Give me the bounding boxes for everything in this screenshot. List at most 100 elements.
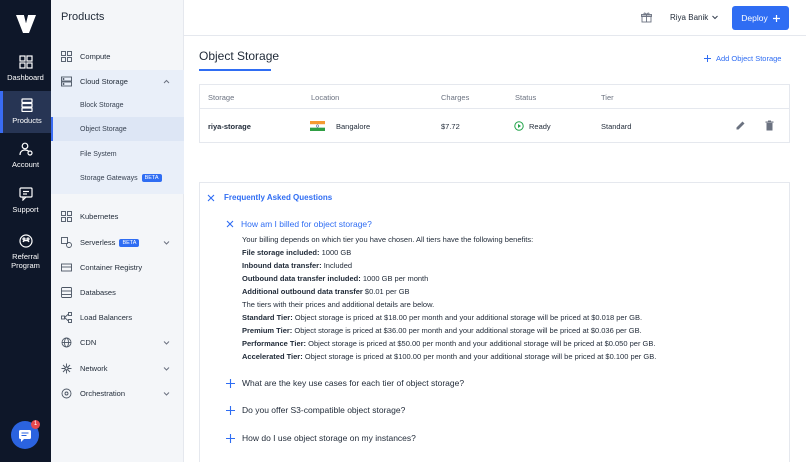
plus-icon[interactable] bbox=[226, 405, 235, 415]
page-title: Object Storage bbox=[199, 49, 280, 63]
subnav-sub-file-system[interactable]: File System bbox=[51, 142, 184, 166]
edit-icon[interactable] bbox=[735, 120, 746, 131]
faq-header[interactable]: Frequently Asked Questions bbox=[207, 193, 332, 202]
user-name[interactable]: Riya Banik bbox=[670, 13, 708, 22]
benefit-line: Outbound data transfer included: 1000 GB… bbox=[242, 274, 428, 283]
tier-line: Accelerated Tier: Object storage is pric… bbox=[242, 352, 656, 361]
subnav-label: Kubernetes bbox=[80, 211, 119, 221]
products-subnav: Products Compute Cloud Storage Block Sto… bbox=[51, 0, 184, 462]
chevron-up-icon[interactable] bbox=[163, 78, 170, 85]
column-header-tier: Tier bbox=[601, 93, 614, 102]
storage-status: Ready bbox=[529, 122, 551, 131]
answer-intro: Your billing depends on which tier you h… bbox=[242, 235, 534, 244]
benefit-value: 1000 GB per month bbox=[362, 274, 429, 283]
subnav-sub-block-storage[interactable]: Block Storage bbox=[51, 93, 184, 117]
subnav-label: Network bbox=[80, 363, 108, 373]
tier-value: Object storage is priced at $18.00 per m… bbox=[294, 313, 643, 322]
beta-badge: BETA bbox=[141, 174, 162, 182]
rail-item-referral-program[interactable]: Referral Program bbox=[0, 234, 51, 276]
chevron-down-icon[interactable] bbox=[163, 365, 170, 372]
subnav-item-serverless[interactable]: Serverless BETA bbox=[51, 232, 184, 252]
close-icon[interactable] bbox=[226, 220, 234, 228]
storage-name[interactable]: riya-storage bbox=[208, 122, 251, 131]
storage-table: Storage Location Charges Status Tier riy… bbox=[199, 84, 790, 143]
column-header-status: Status bbox=[515, 93, 537, 102]
delete-icon[interactable] bbox=[764, 120, 775, 131]
gift-icon[interactable] bbox=[641, 12, 652, 23]
plus-icon bbox=[772, 14, 780, 22]
orchestration-icon bbox=[61, 388, 72, 398]
chevron-down-icon[interactable] bbox=[163, 339, 170, 346]
close-icon[interactable] bbox=[207, 194, 215, 202]
rail-label: Referral bbox=[12, 252, 39, 261]
load-balancers-icon bbox=[61, 311, 72, 323]
deploy-button[interactable]: Deploy bbox=[732, 6, 789, 30]
benefit-label: Inbound data transfer: bbox=[242, 261, 322, 270]
subnav-item-load-balancers[interactable]: Load Balancers bbox=[51, 307, 184, 327]
add-object-storage-button[interactable]: Add Object Storage bbox=[704, 54, 781, 63]
subnav-item-compute[interactable]: Compute bbox=[51, 46, 184, 66]
subnav-item-orchestration[interactable]: Orchestration bbox=[51, 383, 184, 403]
dashboard-icon bbox=[18, 55, 33, 69]
support-icon bbox=[18, 187, 33, 201]
column-header-location: Location bbox=[311, 93, 340, 102]
databases-icon bbox=[61, 286, 72, 298]
tier-value: Object storage is priced at $36.00 per m… bbox=[294, 326, 642, 335]
chevron-down-icon[interactable] bbox=[712, 15, 718, 20]
subnav-item-kubernetes[interactable]: Kubernetes bbox=[51, 206, 184, 226]
subnav-sub-object-storage[interactable]: Object Storage bbox=[51, 117, 184, 141]
kubernetes-icon bbox=[61, 210, 72, 222]
subnav-item-databases[interactable]: Databases bbox=[51, 282, 184, 302]
subnav-sub-label: Storage Gateways bbox=[80, 175, 138, 182]
subnav-label-wrap: Serverless BETA bbox=[80, 238, 140, 247]
chevron-down-icon[interactable] bbox=[163, 239, 170, 246]
benefit-value: $0.01 per GB bbox=[364, 287, 410, 296]
benefit-line: Inbound data transfer: Included bbox=[242, 261, 352, 270]
subnav-label: Orchestration bbox=[80, 388, 126, 398]
faq-question[interactable]: How do I use object storage on my instan… bbox=[226, 433, 416, 443]
cloud-storage-icon bbox=[61, 76, 72, 86]
subnav-item-cloud-storage[interactable]: Cloud Storage bbox=[51, 71, 184, 91]
tier-line: Standard Tier: Object storage is priced … bbox=[242, 313, 642, 322]
subnav-sub-storage-gateways[interactable]: Storage Gateways BETA bbox=[51, 166, 184, 190]
storage-tier: Standard bbox=[601, 122, 632, 131]
tier-label: Performance Tier: bbox=[242, 339, 307, 348]
rail-item-account[interactable]: Account bbox=[0, 142, 51, 176]
tier-label: Standard Tier: bbox=[242, 313, 293, 322]
subnav-sub-label: File System bbox=[80, 150, 117, 158]
container-registry-icon bbox=[61, 263, 72, 271]
subnav-sub-label: Object Storage bbox=[80, 125, 127, 133]
faq-question[interactable]: Do you offer S3-compatible object storag… bbox=[226, 405, 405, 415]
subnav-label: Compute bbox=[80, 51, 111, 61]
tier-value: Object storage is priced at $50.00 per m… bbox=[308, 339, 656, 348]
faq-question-text: What are the key use cases for each tier… bbox=[242, 378, 465, 388]
subnav-label: Databases bbox=[80, 287, 116, 297]
brand-logo[interactable] bbox=[16, 15, 36, 33]
faq-question-open[interactable]: How am I billed for object storage? bbox=[226, 219, 372, 229]
plus-icon bbox=[704, 55, 711, 62]
subnav-sub-label: Block Storage bbox=[80, 101, 124, 109]
subnav-item-network[interactable]: Network bbox=[51, 358, 184, 378]
rail-item-products[interactable]: Products bbox=[0, 91, 51, 133]
chevron-down-icon[interactable] bbox=[163, 390, 170, 397]
rail-label: Account bbox=[11, 160, 40, 169]
plus-icon[interactable] bbox=[226, 433, 235, 443]
subnav-item-cdn[interactable]: CDN bbox=[51, 332, 184, 352]
subnav-title: Products bbox=[61, 11, 105, 23]
subnav-label: CDN bbox=[80, 337, 97, 347]
benefit-value: Included bbox=[323, 261, 353, 270]
india-flag-icon bbox=[310, 121, 325, 131]
rail-item-dashboard[interactable]: Dashboard bbox=[0, 55, 51, 89]
tiers-intro: The tiers with their prices and addition… bbox=[242, 300, 435, 309]
network-icon bbox=[61, 363, 72, 373]
faq-question[interactable]: What are the key use cases for each tier… bbox=[226, 378, 464, 388]
rail-item-support[interactable]: Support bbox=[0, 187, 51, 221]
plus-icon[interactable] bbox=[226, 378, 235, 388]
faq-question-text: How am I billed for object storage? bbox=[241, 219, 372, 229]
chat-notification-badge: 1 bbox=[31, 420, 40, 429]
left-rail: Dashboard Products Account Support Refer… bbox=[0, 0, 51, 462]
add-object-storage-label: Add Object Storage bbox=[716, 54, 782, 63]
subnav-label: Cloud Storage bbox=[80, 76, 128, 86]
subnav-item-container-registry[interactable]: Container Registry bbox=[51, 257, 184, 277]
column-header-charges: Charges bbox=[441, 93, 470, 102]
